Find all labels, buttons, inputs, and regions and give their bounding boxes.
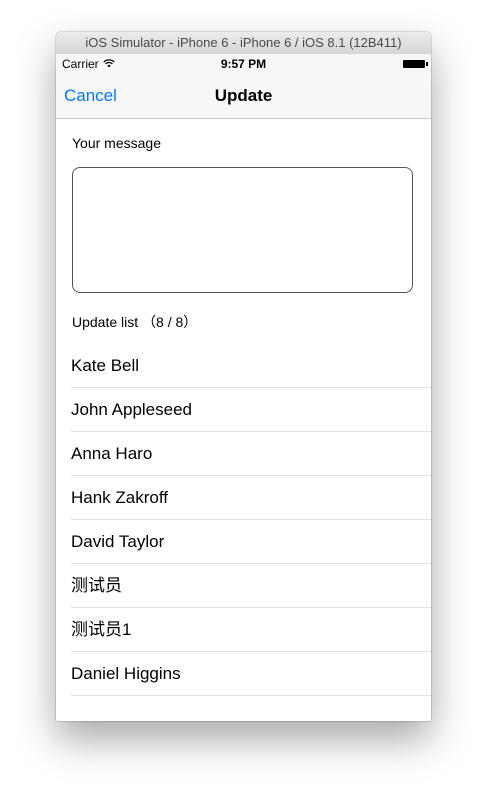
list-item[interactable]: John Appleseed (56, 388, 431, 432)
message-label: Your message (72, 135, 161, 151)
list-item[interactable]: Daniel Higgins (56, 652, 431, 696)
update-form: Your message Update list （8 / 8） Kate Be… (56, 119, 431, 721)
status-bar: Carrier 9:57 PM (56, 54, 431, 74)
list-item[interactable]: 测试员 (56, 564, 431, 608)
update-list-header: Update list （8 / 8） (72, 314, 198, 330)
battery-icon (403, 60, 428, 68)
list-item[interactable]: Kate Bell (56, 344, 431, 388)
status-time: 9:57 PM (220, 57, 267, 71)
list-item[interactable]: Hank Zakroff (56, 476, 431, 520)
list-item[interactable]: 测试员1 (56, 608, 431, 652)
list-item[interactable]: Anna Haro (56, 432, 431, 476)
simulator-window: iOS Simulator - iPhone 6 - iPhone 6 / iO… (56, 32, 431, 721)
update-list: Kate Bell John Appleseed Anna Haro Hank … (56, 344, 431, 696)
list-item[interactable]: David Taylor (56, 520, 431, 564)
page-title: Update (214, 86, 273, 105)
message-field[interactable] (72, 167, 413, 293)
window-title: iOS Simulator - iPhone 6 - iPhone 6 / iO… (56, 32, 431, 55)
navigation-bar: Cancel Update (56, 74, 431, 119)
